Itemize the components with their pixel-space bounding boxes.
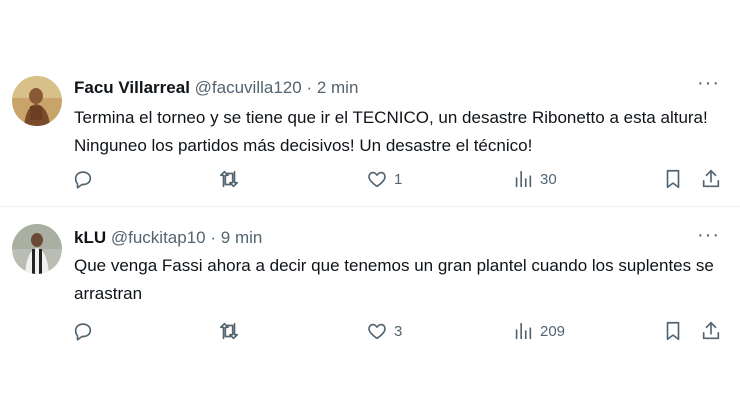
views-count: 30 (540, 170, 557, 188)
views-icon (515, 170, 532, 188)
share-icon (702, 321, 720, 340)
tweet-divider (0, 206, 740, 207)
tweet-actions: 3 209 (0, 316, 740, 346)
separator-dot: · (306, 78, 313, 97)
author-name[interactable]: Facu Villarreal (74, 78, 190, 97)
like-count: 3 (394, 322, 403, 340)
tweet-text: Que venga Fassi ahora a decir que tenemo… (74, 256, 714, 303)
more-icon[interactable]: ··· (697, 73, 720, 93)
tweet[interactable]: kLU @fuckitap10 · 9 min ··· Que venga Fa… (0, 210, 740, 360)
retweet-button[interactable] (218, 164, 240, 194)
timestamp[interactable]: 2 min (317, 78, 359, 97)
retweet-icon (219, 170, 239, 188)
tweet-header: Facu Villarreal @facuvilla120 · 2 min (74, 78, 358, 98)
author-handle[interactable]: @fuckitap10 (111, 228, 206, 247)
bookmark-icon (666, 169, 680, 189)
separator-dot: · (210, 228, 217, 247)
like-icon (368, 171, 386, 188)
reply-button[interactable] (72, 164, 94, 194)
like-count: 1 (394, 170, 403, 188)
avatar-image (12, 224, 62, 274)
views-count: 209 (540, 322, 566, 340)
share-button[interactable] (700, 164, 722, 194)
retweet-icon (219, 322, 239, 340)
views-icon (515, 322, 532, 340)
tweet-header: kLU @fuckitap10 · 9 min (74, 228, 262, 248)
avatar[interactable] (12, 76, 62, 126)
tweet-text: Termina el torneo y se tiene que ir el T… (74, 108, 708, 155)
tweet-actions: 1 30 (0, 164, 740, 194)
author-handle[interactable]: @facuvilla120 (195, 78, 302, 97)
bookmark-button[interactable] (662, 164, 684, 194)
reply-icon (74, 323, 92, 341)
bookmark-icon (666, 321, 680, 341)
more-icon[interactable]: ··· (697, 225, 720, 245)
like-icon (368, 323, 386, 340)
views-button[interactable]: 209 (512, 316, 565, 346)
views-button[interactable]: 30 (512, 164, 557, 194)
share-button[interactable] (700, 316, 722, 346)
retweet-button[interactable] (218, 316, 240, 346)
avatar[interactable] (12, 224, 62, 274)
reply-icon (74, 171, 92, 189)
share-icon (702, 169, 720, 188)
tweet[interactable]: Facu Villarreal @facuvilla120 · 2 min ··… (0, 58, 740, 208)
bookmark-button[interactable] (662, 316, 684, 346)
avatar-image (12, 76, 62, 126)
author-name[interactable]: kLU (74, 228, 106, 247)
like-button[interactable]: 3 (366, 316, 402, 346)
reply-button[interactable] (72, 316, 94, 346)
like-button[interactable]: 1 (366, 164, 402, 194)
timestamp[interactable]: 9 min (221, 228, 263, 247)
